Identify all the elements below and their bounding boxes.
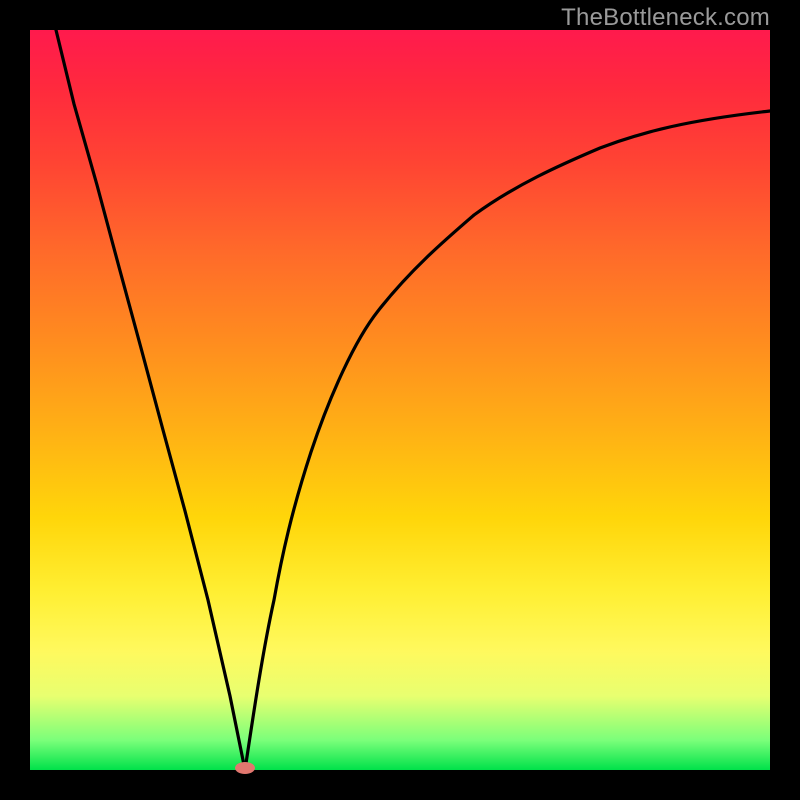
curve-left-branch — [56, 30, 245, 770]
bottleneck-curve — [30, 30, 770, 770]
curve-right-branch — [245, 111, 770, 770]
chart-stage: TheBottleneck.com — [0, 0, 800, 800]
plot-area — [30, 30, 770, 770]
watermark-text: TheBottleneck.com — [561, 4, 770, 32]
minimum-marker — [235, 762, 255, 774]
